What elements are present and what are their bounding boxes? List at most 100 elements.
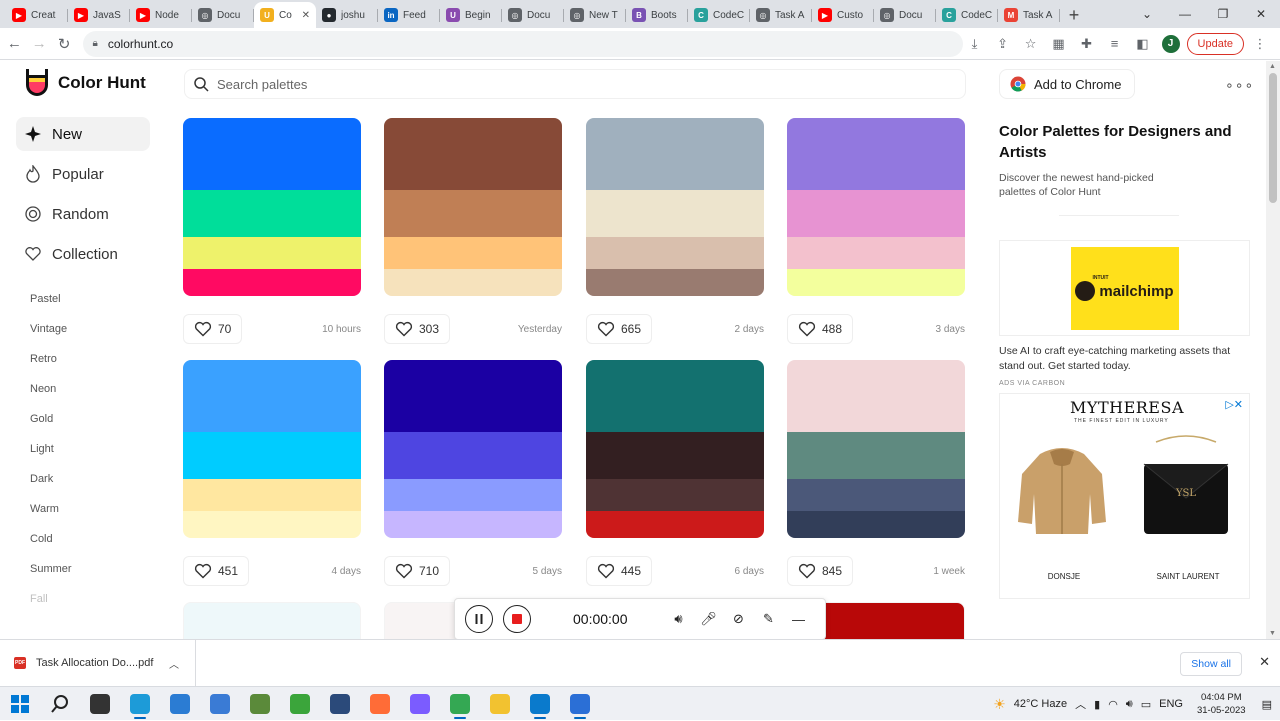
like-button[interactable]: 488 <box>787 314 854 344</box>
color-swatch[interactable] <box>787 432 965 479</box>
profile-avatar[interactable]: J <box>1159 32 1183 56</box>
weather-icon[interactable]: ☀ <box>993 696 1006 713</box>
back-icon[interactable]: ← <box>4 31 25 57</box>
tag-link-gold[interactable]: Gold <box>30 411 72 441</box>
ad-copy[interactable]: Use AI to craft eye-catching marketing a… <box>999 344 1250 374</box>
palette-swatch[interactable] <box>586 118 764 296</box>
browser-tab[interactable]: ▶ Creat <box>6 2 68 28</box>
browser-tab[interactable]: ▶ Custo <box>812 2 874 28</box>
tag-link-dark[interactable]: Dark <box>30 471 72 501</box>
like-button[interactable]: 710 <box>384 556 451 586</box>
browser-tab[interactable]: B Boots <box>626 2 688 28</box>
palette-swatch[interactable] <box>384 118 562 296</box>
tag-link-pastel[interactable]: Pastel <box>30 291 72 321</box>
tag-link-warm[interactable]: Warm <box>30 501 72 531</box>
palette-card[interactable]: 303 Yesterday <box>384 118 562 344</box>
color-swatch[interactable] <box>183 360 361 432</box>
palette-swatch[interactable] <box>586 360 764 538</box>
color-swatch[interactable] <box>183 190 361 237</box>
browser-tab[interactable]: C CodeC <box>936 2 998 28</box>
stop-button[interactable] <box>503 605 531 633</box>
reload-icon[interactable]: ↻ <box>54 31 75 57</box>
tab-search-icon[interactable]: ⌄ <box>1128 0 1166 28</box>
vscode-icon[interactable] <box>520 687 560 721</box>
color-swatch[interactable] <box>586 479 764 511</box>
nav-item-popular[interactable]: Popular <box>16 157 150 191</box>
browser-tab[interactable]: M Task A <box>998 2 1060 28</box>
search-input[interactable] <box>217 76 965 92</box>
more-options-icon[interactable]: ∘∘∘ <box>1225 77 1254 94</box>
close-download-bar-icon[interactable]: ✕ <box>1259 654 1270 670</box>
color-swatch[interactable] <box>183 269 361 296</box>
page-scrollbar[interactable]: ▲ ▼ <box>1266 61 1280 639</box>
browser-tab[interactable]: ● joshu <box>316 2 378 28</box>
tag-link-light[interactable]: Light <box>30 441 72 471</box>
minimize-recorder-icon[interactable]: — <box>788 608 810 630</box>
mailchimp-ad-image[interactable]: INTUIT mailchimp <box>1070 246 1179 330</box>
task-view-icon[interactable] <box>80 687 120 721</box>
color-swatch[interactable] <box>183 479 361 511</box>
tag-link-neon[interactable]: Neon <box>30 381 72 411</box>
bookmark-star-icon[interactable]: ☆ <box>1019 32 1043 56</box>
wifi-icon[interactable]: ◠ <box>1108 698 1118 711</box>
browser-tab[interactable]: ◎ Docu <box>192 2 254 28</box>
language-indicator[interactable]: ENG <box>1159 698 1183 710</box>
like-button[interactable]: 445 <box>586 556 653 586</box>
palette-card[interactable]: 70 10 hours <box>183 118 361 344</box>
tray-overflow-icon[interactable]: ︿ <box>1075 696 1086 712</box>
chevron-up-icon[interactable]: ︿ <box>169 656 179 671</box>
color-swatch[interactable] <box>586 432 764 479</box>
color-swatch[interactable] <box>787 479 965 511</box>
color-swatch[interactable] <box>586 118 764 190</box>
palette-swatch[interactable] <box>787 118 965 296</box>
media-queue-icon[interactable]: ≡ <box>1103 32 1127 56</box>
weather-text[interactable]: 42°C Haze <box>1014 698 1067 710</box>
microphone-icon[interactable]: 🎤︎ <box>698 608 720 630</box>
address-bar[interactable]: 🔒︎ colorhunt.co <box>82 30 963 57</box>
close-window-icon[interactable]: ✕ <box>1242 0 1280 28</box>
chrome-icon[interactable] <box>440 687 480 721</box>
ms-store-icon[interactable] <box>200 687 240 721</box>
browser-tab[interactable]: ◎ Docu <box>502 2 564 28</box>
scroll-thumb[interactable] <box>1269 73 1277 203</box>
color-swatch[interactable] <box>183 432 361 479</box>
pen-annotate-icon[interactable]: ✎ <box>758 608 780 630</box>
like-button[interactable]: 303 <box>384 314 451 344</box>
color-swatch[interactable] <box>384 237 562 269</box>
new-tab-button[interactable]: + <box>1060 2 1088 28</box>
color-swatch[interactable] <box>384 432 562 479</box>
palette-swatch[interactable] <box>183 118 361 296</box>
update-button[interactable]: Update <box>1186 32 1245 55</box>
color-swatch[interactable] <box>586 360 764 432</box>
tag-link-cold[interactable]: Cold <box>30 531 72 561</box>
search-icon[interactable] <box>40 687 80 721</box>
color-swatch[interactable] <box>586 190 764 237</box>
edge-icon[interactable] <box>120 687 160 721</box>
pause-button[interactable] <box>465 605 493 633</box>
browser-tab[interactable]: ◎ Docu <box>874 2 936 28</box>
forward-icon[interactable]: → <box>29 31 50 57</box>
nav-item-new[interactable]: New <box>16 117 150 151</box>
side-panel-icon[interactable]: ◧ <box>1131 32 1155 56</box>
handbag-product-image[interactable]: YSL <box>1134 434 1238 552</box>
color-swatch[interactable] <box>586 237 764 269</box>
download-item[interactable]: PDF Task Allocation Do....pdf ︿ <box>0 640 196 686</box>
clock[interactable]: 04:04 PM 31-05-2023 <box>1197 691 1246 717</box>
color-swatch[interactable] <box>787 190 965 237</box>
color-swatch[interactable] <box>384 269 562 296</box>
color-swatch[interactable] <box>787 269 965 296</box>
mail-icon[interactable] <box>160 687 200 721</box>
tag-link-fall[interactable]: Fall <box>30 591 72 621</box>
palette-swatch[interactable] <box>183 360 361 538</box>
color-swatch[interactable] <box>384 360 562 432</box>
minimize-icon[interactable]: — <box>1166 0 1204 28</box>
show-all-button[interactable]: Show all <box>1180 652 1242 676</box>
mytheresa-ad[interactable]: MYTHERESA THE FINEST EDIT IN LUXURY ▷✕ Y… <box>999 393 1250 599</box>
browser-tab[interactable]: ▶ Node <box>130 2 192 28</box>
palette-card[interactable]: 710 5 days <box>384 360 562 586</box>
color-swatch[interactable] <box>787 511 965 538</box>
nav-item-collection[interactable]: Collection <box>16 237 150 271</box>
battery-icon[interactable]: ▭ <box>1141 698 1151 711</box>
recorder-icon[interactable] <box>560 687 600 721</box>
greenshot-icon[interactable] <box>280 687 320 721</box>
